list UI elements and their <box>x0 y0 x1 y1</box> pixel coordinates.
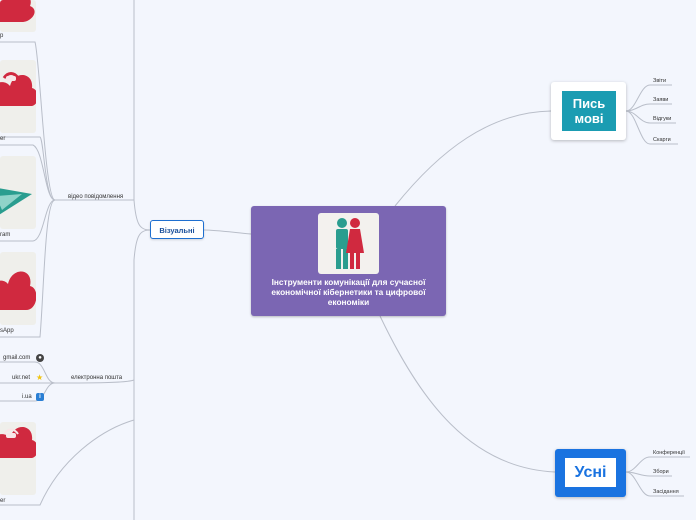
people-couple-icon <box>336 218 364 269</box>
link-visual <box>203 229 252 235</box>
partial-label-4: sApp <box>0 328 14 334</box>
cloud-tile <box>0 252 36 325</box>
cloud-phone-tile-2 <box>0 60 36 133</box>
email-item-iua[interactable]: i.ua <box>22 394 32 400</box>
link-oral <box>379 315 556 473</box>
people-couple-image <box>318 213 379 274</box>
written-child-reports[interactable]: Звіти <box>653 78 666 84</box>
visual-node[interactable]: Візуальні <box>150 220 204 239</box>
info-icon: i <box>36 393 44 401</box>
cloud-icon <box>0 271 36 310</box>
video-messages-label[interactable]: відео повідомлення <box>68 194 123 200</box>
written-child-feedback[interactable]: Відгуки <box>653 116 671 122</box>
email-item-gmail[interactable]: gmail.com <box>3 355 30 361</box>
written-child-applications[interactable]: Заяви <box>653 97 668 103</box>
oral-node-label: Усні <box>565 458 616 487</box>
link-visual-trunk-down <box>133 229 151 520</box>
oral-node[interactable]: Усні <box>555 449 626 497</box>
written-node-label: Пись мові <box>562 91 616 131</box>
link-visual-trunk-up <box>133 0 151 231</box>
cloud-phone-tile-1 <box>0 0 36 32</box>
central-topic[interactable]: Інструменти комунікації для сучасної еко… <box>251 206 446 316</box>
oral-child-sessions[interactable]: Засідання <box>653 489 679 495</box>
cloud-phone-icon <box>0 0 35 22</box>
cloud-phone-icon <box>0 427 36 458</box>
partial-label-2: er <box>0 136 6 142</box>
telegram-icon <box>0 188 32 215</box>
cloud-phone-icon <box>0 72 36 106</box>
oral-child-meetings[interactable]: Збори <box>653 469 669 475</box>
cloud-phone-tile-3 <box>0 422 36 495</box>
telegram-tile <box>0 156 36 229</box>
central-topic-title: Інструменти комунікації для сучасної еко… <box>271 277 426 307</box>
star-icon: ★ <box>36 373 44 382</box>
globe-icon: ● <box>36 354 44 362</box>
partial-label-1: p <box>0 33 4 39</box>
partial-label-3: ram <box>0 232 11 238</box>
link-written <box>394 110 552 207</box>
email-label[interactable]: електронна пошта <box>71 375 122 381</box>
oral-child-conferences[interactable]: Конференції <box>653 450 685 456</box>
email-item-ukrnet[interactable]: ukr.net <box>12 375 30 381</box>
partial-label-5: er <box>0 498 6 504</box>
written-child-complaints[interactable]: Скарги <box>653 137 671 143</box>
written-node[interactable]: Пись мові <box>551 82 626 140</box>
